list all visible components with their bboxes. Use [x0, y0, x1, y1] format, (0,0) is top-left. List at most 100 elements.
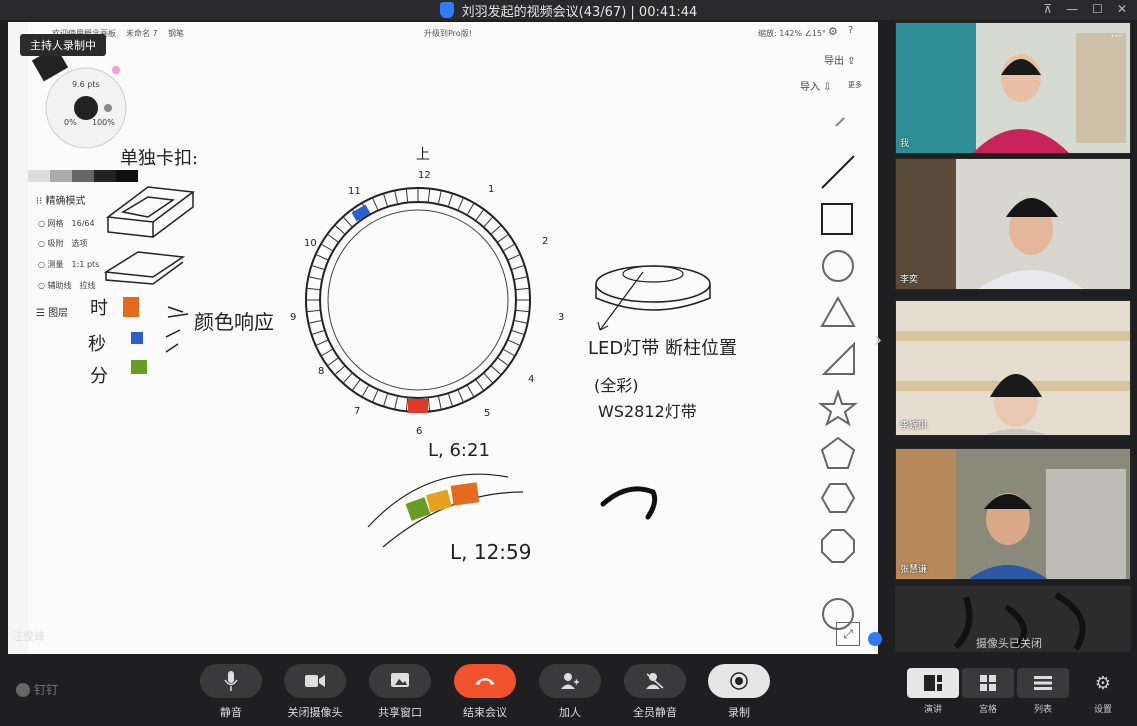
- pentagon-tool-icon: [820, 436, 856, 469]
- led-segment: [483, 217, 493, 227]
- star-tool-icon: [818, 388, 858, 427]
- led-segment: [335, 365, 345, 375]
- camera-off-label-btn: 关闭摄像头: [287, 706, 343, 719]
- microphone-icon: [224, 671, 238, 691]
- video-tile-3[interactable]: 李婉琪: [895, 300, 1131, 436]
- led-segment: [503, 244, 515, 251]
- add-person-button[interactable]: 加人: [539, 664, 601, 720]
- layout-grid-label: 宫格: [978, 705, 997, 715]
- gear-icon[interactable]: ⚙: [828, 25, 838, 38]
- chat-icon[interactable]: [868, 632, 882, 646]
- led-segment: [394, 191, 398, 204]
- list-layout-icon: [1034, 676, 1052, 690]
- hw-strip-model: WS2812灯带: [598, 402, 697, 421]
- video-frame: [896, 301, 1130, 435]
- settings-label: 设置: [1093, 705, 1112, 715]
- shape-toolbar[interactable]: [808, 112, 868, 652]
- hw-color-note: 颜色响应: [194, 310, 274, 334]
- hw-second: 秒: [88, 334, 106, 355]
- fullscreen-icon[interactable]: ⤢: [836, 622, 860, 646]
- hw-time-2: L, 12:59: [450, 540, 532, 564]
- speaker-layout-icon: [924, 675, 942, 691]
- video-tile-self[interactable]: 我 ···: [895, 22, 1131, 154]
- hw-clock-5: 5: [484, 408, 491, 419]
- participant-name: 我: [900, 139, 910, 149]
- record-button[interactable]: 录制: [708, 664, 770, 720]
- led-segment: [427, 398, 431, 411]
- chevron-right-icon[interactable]: ›: [868, 310, 888, 370]
- led-segment: [491, 225, 501, 235]
- hw-clock-12: 12: [418, 170, 431, 181]
- led-segment: [508, 254, 520, 261]
- led-segment: [307, 309, 320, 313]
- layout-speaker-label: 演讲: [923, 705, 942, 715]
- more-icon[interactable]: ···: [1111, 29, 1122, 43]
- export-label: 导出: [824, 56, 844, 67]
- export-button[interactable]: 导出 ⇪: [824, 52, 856, 67]
- end-meeting-label: 结束会议: [463, 706, 507, 719]
- camera-off-button[interactable]: 关闭摄像头: [284, 664, 346, 720]
- hw-clock-3: 3: [558, 312, 565, 323]
- layout-grid-button[interactable]: 宫格: [961, 668, 1015, 715]
- hw-clock-6: 6: [416, 426, 423, 437]
- mute-label: 静音: [220, 706, 242, 719]
- more-button[interactable]: 更多: [848, 80, 862, 90]
- layout-speaker-button[interactable]: 演讲: [906, 668, 960, 715]
- led-segment: [483, 373, 493, 383]
- mute-all-button[interactable]: 全员静音: [624, 664, 686, 720]
- layout-list-label: 列表: [1033, 705, 1052, 715]
- hw-clock-4: 4: [528, 374, 535, 385]
- hw-clock-8: 8: [318, 366, 325, 377]
- led-segment: [405, 398, 409, 411]
- eraser-icon: [835, 117, 845, 127]
- led-segment: [352, 379, 361, 391]
- hw-clock-9: 9: [290, 312, 297, 323]
- led-segment: [467, 203, 474, 215]
- rectangle-tool-icon: [821, 203, 853, 235]
- led-segment: [503, 349, 515, 356]
- mute-all-label: 全员静音: [633, 706, 677, 719]
- whiteboard-canvas[interactable]: 欢迎使用概念画板 未命名 7 钢笔 升级到Pro版! 缩放: 142% ∠15°…: [28, 22, 878, 654]
- end-meeting-button[interactable]: 结束会议: [454, 664, 516, 720]
- maximize-icon[interactable]: ☐: [1092, 2, 1103, 16]
- record-label: 录制: [728, 706, 750, 719]
- led-segment: [316, 339, 328, 346]
- hw-hour: 时: [90, 298, 108, 319]
- triangle-tool-icon: [820, 295, 856, 327]
- hw-clock-1: 1: [488, 184, 495, 195]
- hw-title: 单独卡扣:: [120, 148, 199, 169]
- presenter-name: 汪俊峰: [12, 630, 45, 643]
- gear-icon: ⚙: [1094, 672, 1112, 694]
- video-frame: [896, 449, 1130, 579]
- led-segment: [343, 373, 353, 383]
- led-segment: [321, 349, 333, 356]
- video-frame: [896, 23, 1130, 153]
- hexagon-tool-icon: [820, 483, 856, 513]
- led-segment: [512, 265, 524, 270]
- close-icon[interactable]: ✕: [1117, 2, 1127, 16]
- mute-button[interactable]: 静音: [200, 664, 262, 720]
- led-segment: [312, 330, 324, 335]
- led-segment: [383, 394, 388, 406]
- share-icon: [391, 673, 409, 687]
- camera-icon: [305, 675, 325, 687]
- video-tile-2[interactable]: 李奕: [895, 158, 1131, 290]
- led-segment: [508, 339, 520, 346]
- led-segment: [467, 385, 474, 397]
- led-segment: [514, 320, 527, 324]
- pin-icon[interactable]: ⊼: [1043, 2, 1052, 16]
- led-segment: [438, 396, 442, 409]
- share-window-label: 共享窗口: [378, 706, 422, 719]
- video-tile-4[interactable]: 张慧谦: [895, 448, 1131, 580]
- led-segment: [372, 198, 379, 210]
- settings-button[interactable]: ⚙ 设置: [1076, 668, 1130, 716]
- layout-list-button[interactable]: 列表: [1016, 668, 1070, 715]
- led-segment: [312, 265, 324, 270]
- video-tile-camera-off[interactable]: 摄像头已关闭: [895, 586, 1131, 652]
- minimize-icon[interactable]: —: [1066, 2, 1078, 16]
- hw-clock-10: 10: [304, 238, 317, 249]
- add-person-label: 加人: [559, 706, 581, 719]
- share-window-button[interactable]: 共享窗口: [369, 664, 431, 720]
- help-icon[interactable]: ?: [848, 25, 853, 36]
- video-frame: [896, 159, 1130, 289]
